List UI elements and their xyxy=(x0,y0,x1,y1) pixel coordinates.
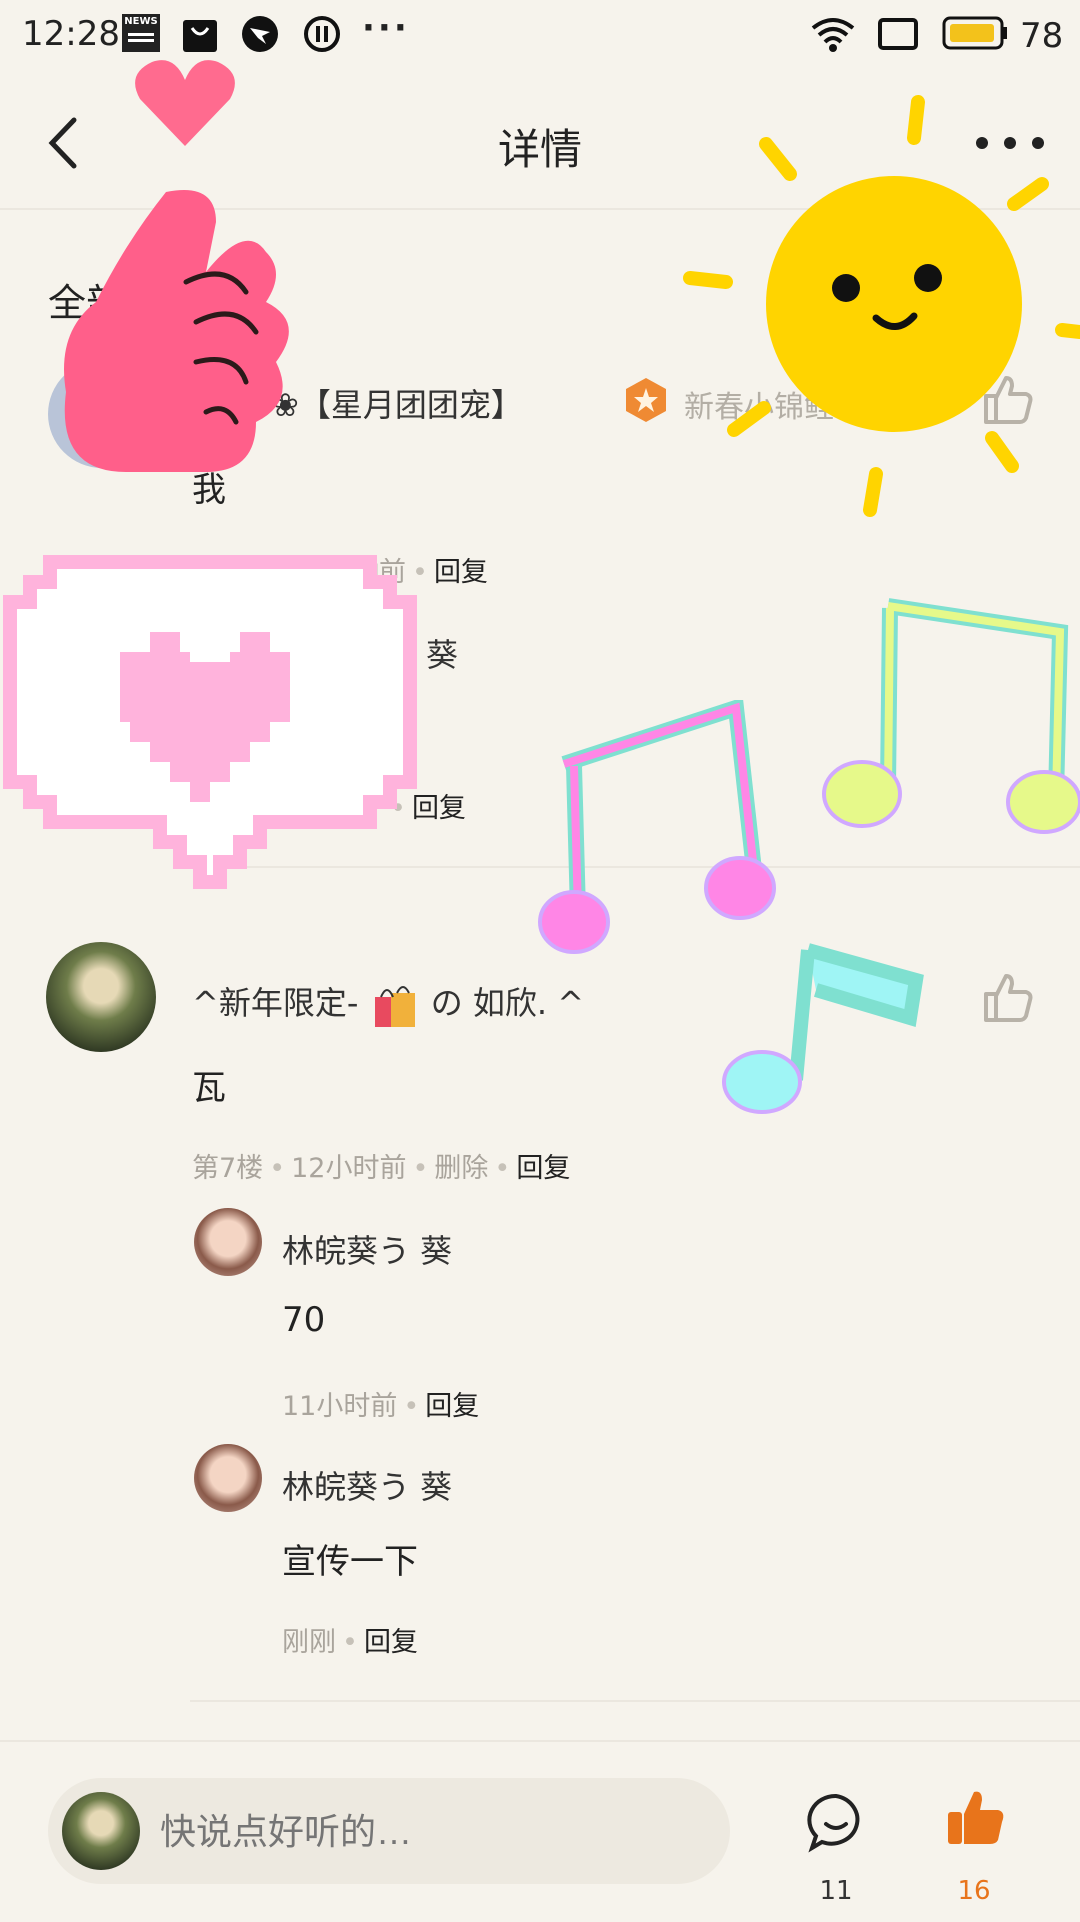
reply-text: 宣传一下 xyxy=(262,708,398,748)
comment-time: 12小时前 xyxy=(291,1153,407,1184)
bottom-bar: 11 16 xyxy=(0,1740,1080,1922)
music-note-sticker xyxy=(722,943,924,1114)
comment-time: 钟前 xyxy=(352,557,406,588)
comment-bubble-icon[interactable] xyxy=(804,1790,868,1854)
author-name: ❀【星月团团宠】 xyxy=(272,386,523,424)
shopping-bag-icon xyxy=(183,20,217,52)
badge-icon xyxy=(626,378,666,422)
music-note-sticker xyxy=(822,598,1080,834)
avatar[interactable] xyxy=(48,360,156,468)
comment-meta: 第7楼 • 12小时前 • 删除 • 回复 xyxy=(192,1153,571,1184)
thumb-up-filled-icon[interactable] xyxy=(944,1786,1008,1850)
status-bar: 12:28 NEWS ··· 78 xyxy=(0,0,1080,76)
reply-link[interactable]: 回复 xyxy=(364,1627,418,1658)
reply-content: 70 xyxy=(282,1300,326,1340)
comment-input[interactable] xyxy=(158,1796,702,1868)
bird-app-icon xyxy=(242,16,278,52)
battery-icon xyxy=(942,16,1007,50)
thumb-up-icon[interactable] xyxy=(980,372,1036,428)
reply-time: 刚刚 xyxy=(282,1627,336,1658)
reply-meta: 刚刚 • 回复 xyxy=(282,1627,418,1658)
news-label: NEWS xyxy=(124,16,158,27)
reply-time: 11小时前 xyxy=(282,1391,398,1422)
news-app-icon: NEWS xyxy=(122,14,160,52)
reply-content: 宣传一下 xyxy=(282,1542,418,1582)
comment-author[interactable]: ❀【星月团团宠】 xyxy=(272,380,523,426)
screen-rotate-icon xyxy=(878,18,918,50)
shopping-bags-icon xyxy=(374,986,415,1027)
section-title: 全部 xyxy=(48,281,125,325)
badge-label: 新春小锦鲤 xyxy=(684,390,834,425)
reply-meta: • 回复 xyxy=(390,793,466,824)
more-icon[interactable] xyxy=(970,118,1050,168)
reply-link[interactable]: 回复 xyxy=(412,793,466,824)
comment-author[interactable]: ^新年限定- の 如欣. ^ xyxy=(192,978,584,1031)
battery-level: 78 xyxy=(1020,16,1064,56)
comment-content: 我 xyxy=(192,470,226,510)
reply-author[interactable]: 葵 xyxy=(426,630,458,676)
music-note-sticker xyxy=(538,700,776,954)
status-time: 12:28 xyxy=(22,14,120,54)
comment-input-box[interactable] xyxy=(48,1778,730,1884)
floor-number: 第7楼 xyxy=(192,1153,264,1184)
reply-link[interactable]: 回复 xyxy=(425,1391,479,1422)
delete-link[interactable]: 删除 xyxy=(434,1153,488,1184)
thumb-up-icon[interactable] xyxy=(980,970,1036,1026)
my-avatar xyxy=(62,1792,140,1870)
reply-author[interactable]: 林皖葵う 葵 xyxy=(282,1462,452,1508)
divider xyxy=(190,1700,1080,1702)
wifi-icon xyxy=(811,18,855,52)
nav-header: 详情 xyxy=(0,80,1080,210)
reply-avatar[interactable] xyxy=(194,1208,262,1276)
comment-meta: 钟前 • 回复 xyxy=(352,557,488,588)
status-more: ··· xyxy=(362,8,410,48)
reply-content: 宣传一下 xyxy=(262,700,398,749)
comment-count: 11 xyxy=(819,1876,853,1906)
avatar[interactable] xyxy=(46,942,156,1052)
author-name-suffix: の 如欣. ^ xyxy=(430,984,585,1022)
page-title: 详情 xyxy=(497,125,582,174)
reply-link[interactable]: 回复 xyxy=(434,557,488,588)
reply-author[interactable]: 林皖葵う 葵 xyxy=(282,1226,452,1272)
like-count: 16 xyxy=(957,1876,991,1906)
reply-meta: 11小时前 • 回复 xyxy=(282,1391,480,1422)
reply-avatar[interactable] xyxy=(194,1444,262,1512)
author-name-prefix: ^新年限定- xyxy=(192,984,359,1022)
pause-icon xyxy=(304,16,340,52)
reply-link[interactable]: 回复 xyxy=(516,1153,570,1184)
comment-content: 瓦 xyxy=(192,1068,226,1108)
divider xyxy=(190,866,1080,868)
